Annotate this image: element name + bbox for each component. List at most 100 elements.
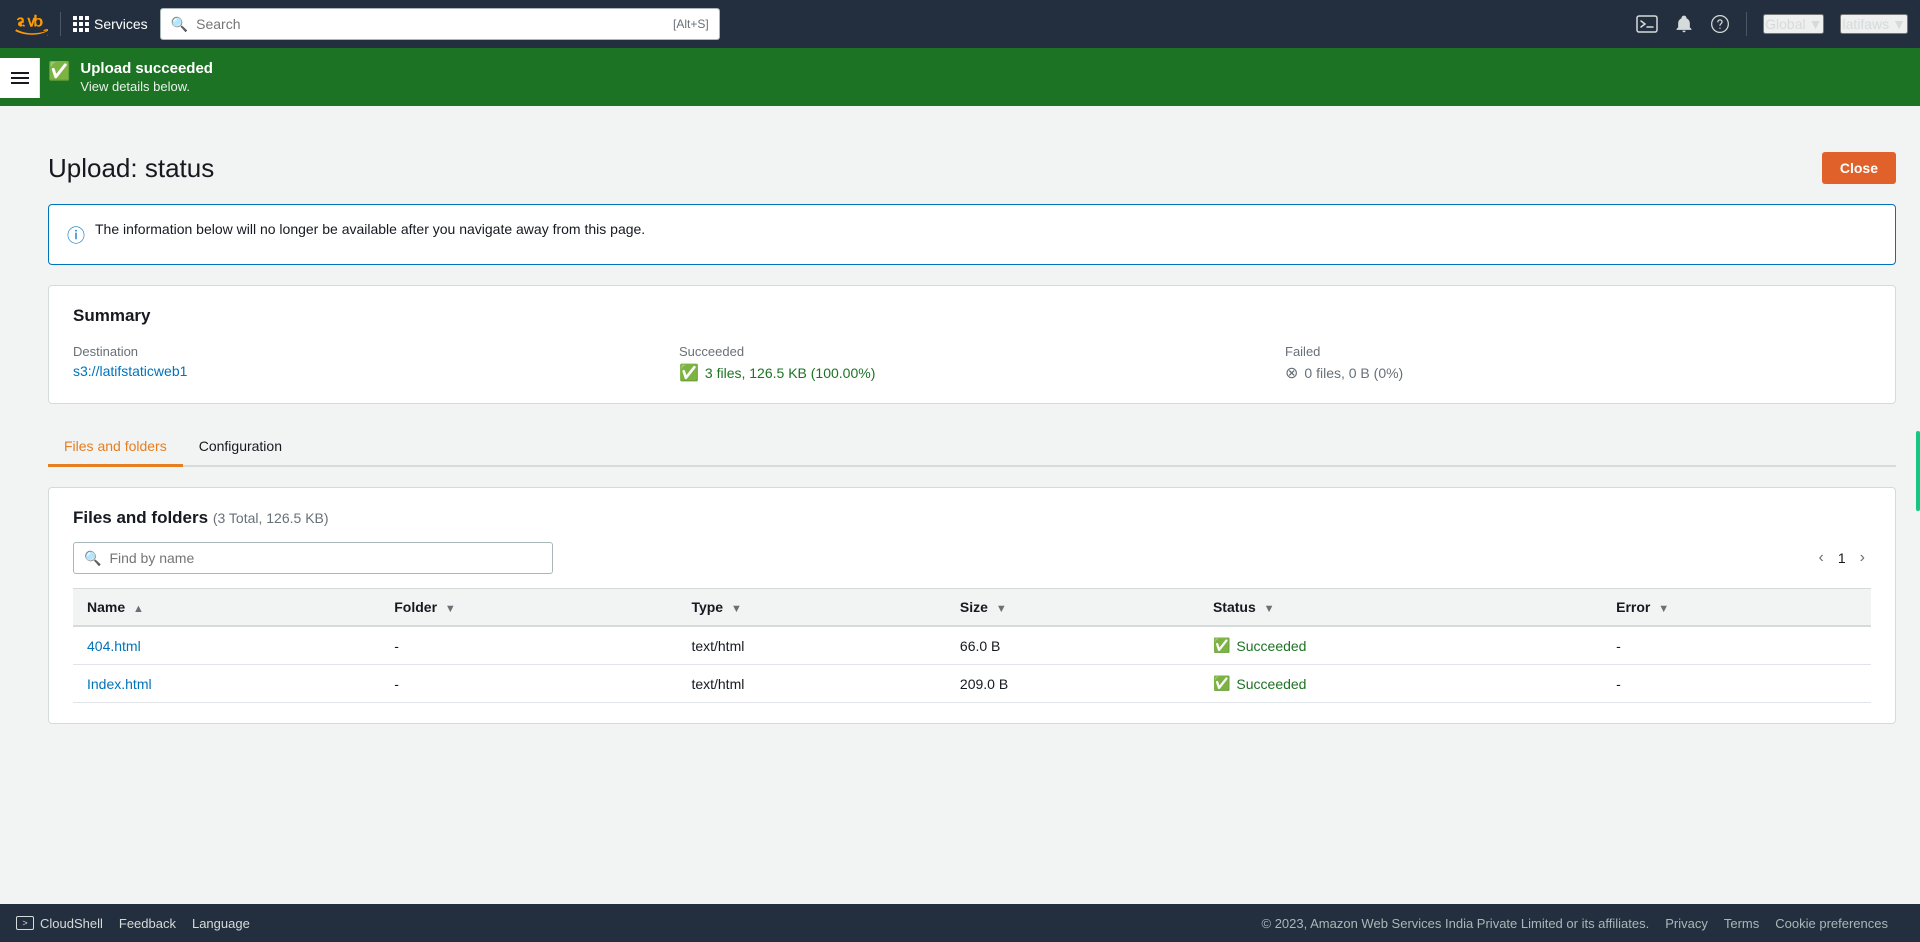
filter-input[interactable] bbox=[109, 550, 542, 566]
table-body: 404.html - text/html 66.0 B ✅ Succeeded … bbox=[73, 626, 1871, 703]
feedback-label: Feedback bbox=[119, 916, 176, 931]
files-folders-section: Files and folders (3 Total, 126.5 KB) //… bbox=[48, 487, 1896, 724]
cell-name: 404.html bbox=[73, 626, 380, 665]
cell-size: 209.0 B bbox=[946, 665, 1199, 703]
bottom-right: © 2023, Amazon Web Services India Privat… bbox=[1262, 916, 1904, 931]
cell-size: 66.0 B bbox=[946, 626, 1199, 665]
type-sort-icon: ▼ bbox=[731, 603, 742, 615]
status-success: ✅ Succeeded bbox=[1213, 675, 1588, 692]
bottom-navigation: > CloudShell Feedback Language © 2023, A… bbox=[0, 904, 1920, 942]
help-icon-btn[interactable] bbox=[1710, 14, 1730, 34]
status-success: ✅ Succeeded bbox=[1213, 637, 1588, 654]
cell-type: text/html bbox=[677, 665, 945, 703]
destination-label: Destination bbox=[73, 344, 659, 359]
file-link[interactable]: 404.html bbox=[87, 638, 141, 654]
filter-search-icon: 🔍 bbox=[84, 550, 101, 567]
success-banner: ✅ Upload succeeded View details below. bbox=[0, 48, 1920, 106]
page-header: Upload: status Close bbox=[48, 152, 1896, 184]
summary-card: Summary Destination s3://latifstaticweb1… bbox=[48, 285, 1896, 404]
success-subtitle: View details below. bbox=[80, 79, 213, 94]
failed-value: 0 files, 0 B (0%) bbox=[1304, 365, 1403, 381]
table-row: 404.html - text/html 66.0 B ✅ Succeeded … bbox=[73, 626, 1871, 665]
cell-error: - bbox=[1602, 665, 1871, 703]
cell-status: ✅ Succeeded bbox=[1199, 665, 1602, 703]
prev-page-button[interactable]: ‹ bbox=[1813, 545, 1830, 571]
aws-logo[interactable] bbox=[12, 6, 48, 42]
page-number: 1 bbox=[1838, 550, 1846, 566]
status-check-icon: ✅ bbox=[1213, 675, 1230, 692]
success-check-icon: ✅ bbox=[48, 61, 70, 82]
cell-error: - bbox=[1602, 626, 1871, 665]
failed-label: Failed bbox=[1285, 344, 1871, 359]
services-button[interactable]: Services bbox=[73, 16, 148, 32]
top-navigation: Services 🔍 [Alt+S] Gl bbox=[0, 0, 1920, 48]
table-header-row: Name ▲ Folder ▼ Type ▼ Size ▼ Status ▼ E… bbox=[73, 589, 1871, 627]
nav-right: Global ▼ latifaws ▼ bbox=[1636, 12, 1908, 36]
privacy-link[interactable]: Privacy bbox=[1665, 916, 1708, 931]
user-chevron: ▼ bbox=[1892, 16, 1906, 32]
search-icon: 🔍 bbox=[171, 16, 188, 33]
page-title: Upload: status bbox=[48, 153, 214, 184]
feedback-button[interactable]: Feedback bbox=[119, 916, 176, 931]
failed-status: ⊗ 0 files, 0 B (0%) bbox=[1285, 363, 1871, 383]
user-menu[interactable]: latifaws ▼ bbox=[1840, 14, 1908, 34]
cloudshell-icon-btn[interactable] bbox=[1636, 15, 1658, 33]
info-box: ⓘ The information below will no longer b… bbox=[48, 204, 1896, 265]
error-sort-icon: ▼ bbox=[1658, 603, 1669, 615]
nav-divider bbox=[60, 12, 61, 36]
summary-title: Summary bbox=[73, 306, 1871, 326]
cookie-link[interactable]: Cookie preferences bbox=[1775, 916, 1888, 931]
cloudshell-button[interactable]: > CloudShell bbox=[16, 916, 103, 931]
col-name: Name ▲ bbox=[73, 589, 380, 627]
size-sort-icon: ▼ bbox=[996, 603, 1007, 615]
language-button[interactable]: Language bbox=[192, 916, 250, 931]
region-selector[interactable]: Global ▼ bbox=[1763, 14, 1824, 34]
tab-configuration[interactable]: Configuration bbox=[183, 428, 298, 467]
name-sort-icon: ▲ bbox=[133, 603, 144, 615]
files-count-info: (3 Total, 126.5 KB) bbox=[213, 510, 329, 526]
terms-link[interactable]: Terms bbox=[1724, 916, 1759, 931]
table-row: Index.html - text/html 209.0 B ✅ Succeed… bbox=[73, 665, 1871, 703]
file-link[interactable]: Index.html bbox=[87, 676, 152, 692]
filter-input-wrapper[interactable]: 🔍 bbox=[73, 542, 553, 574]
pagination: ‹ 1 › bbox=[1813, 545, 1871, 571]
main-content: Upload: status Close ⓘ The information b… bbox=[0, 128, 1920, 942]
info-icon: ⓘ bbox=[67, 222, 85, 248]
tab-files-folders[interactable]: Files and folders bbox=[48, 428, 183, 467]
copyright-text: © 2023, Amazon Web Services India Privat… bbox=[1262, 916, 1650, 931]
bottom-left: > CloudShell Feedback Language bbox=[16, 916, 250, 931]
col-status: Status ▼ bbox=[1199, 589, 1602, 627]
summary-failed: Failed ⊗ 0 files, 0 B (0%) bbox=[1285, 344, 1871, 383]
search-row: 🔍 ‹ 1 › bbox=[73, 542, 1871, 574]
cell-folder: - bbox=[380, 626, 677, 665]
succeeded-label: Succeeded bbox=[679, 344, 1265, 359]
search-input[interactable] bbox=[196, 16, 665, 32]
sidebar-toggle[interactable] bbox=[0, 58, 40, 98]
scroll-indicator bbox=[1916, 431, 1920, 511]
cloudshell-label: CloudShell bbox=[40, 916, 103, 931]
cell-type: text/html bbox=[677, 626, 945, 665]
cell-status: ✅ Succeeded bbox=[1199, 626, 1602, 665]
close-button[interactable]: Close bbox=[1822, 152, 1896, 184]
files-section-title: Files and folders (3 Total, 126.5 KB) //… bbox=[73, 508, 1871, 528]
col-error: Error ▼ bbox=[1602, 589, 1871, 627]
terminal-icon: > bbox=[16, 916, 34, 930]
summary-grid: Destination s3://latifstaticweb1 Succeed… bbox=[73, 344, 1871, 383]
col-folder: Folder ▼ bbox=[380, 589, 677, 627]
notifications-icon-btn[interactable] bbox=[1674, 14, 1694, 34]
succeeded-value: 3 files, 126.5 KB (100.00%) bbox=[705, 365, 875, 381]
search-bar[interactable]: 🔍 [Alt+S] bbox=[160, 8, 720, 40]
summary-succeeded: Succeeded ✅ 3 files, 126.5 KB (100.00%) bbox=[679, 344, 1265, 383]
success-banner-text: Upload succeeded View details below. bbox=[80, 60, 213, 94]
services-label: Services bbox=[94, 16, 148, 32]
next-page-button[interactable]: › bbox=[1854, 545, 1871, 571]
status-check-icon: ✅ bbox=[1213, 637, 1230, 654]
region-chevron: ▼ bbox=[1809, 16, 1823, 32]
language-label: Language bbox=[192, 916, 250, 931]
files-table: Name ▲ Folder ▼ Type ▼ Size ▼ Status ▼ E… bbox=[73, 588, 1871, 703]
destination-link[interactable]: s3://latifstaticweb1 bbox=[73, 363, 187, 379]
info-box-text: The information below will no longer be … bbox=[95, 221, 645, 237]
folder-sort-icon: ▼ bbox=[445, 603, 456, 615]
cell-folder: - bbox=[380, 665, 677, 703]
summary-destination: Destination s3://latifstaticweb1 bbox=[73, 344, 659, 383]
